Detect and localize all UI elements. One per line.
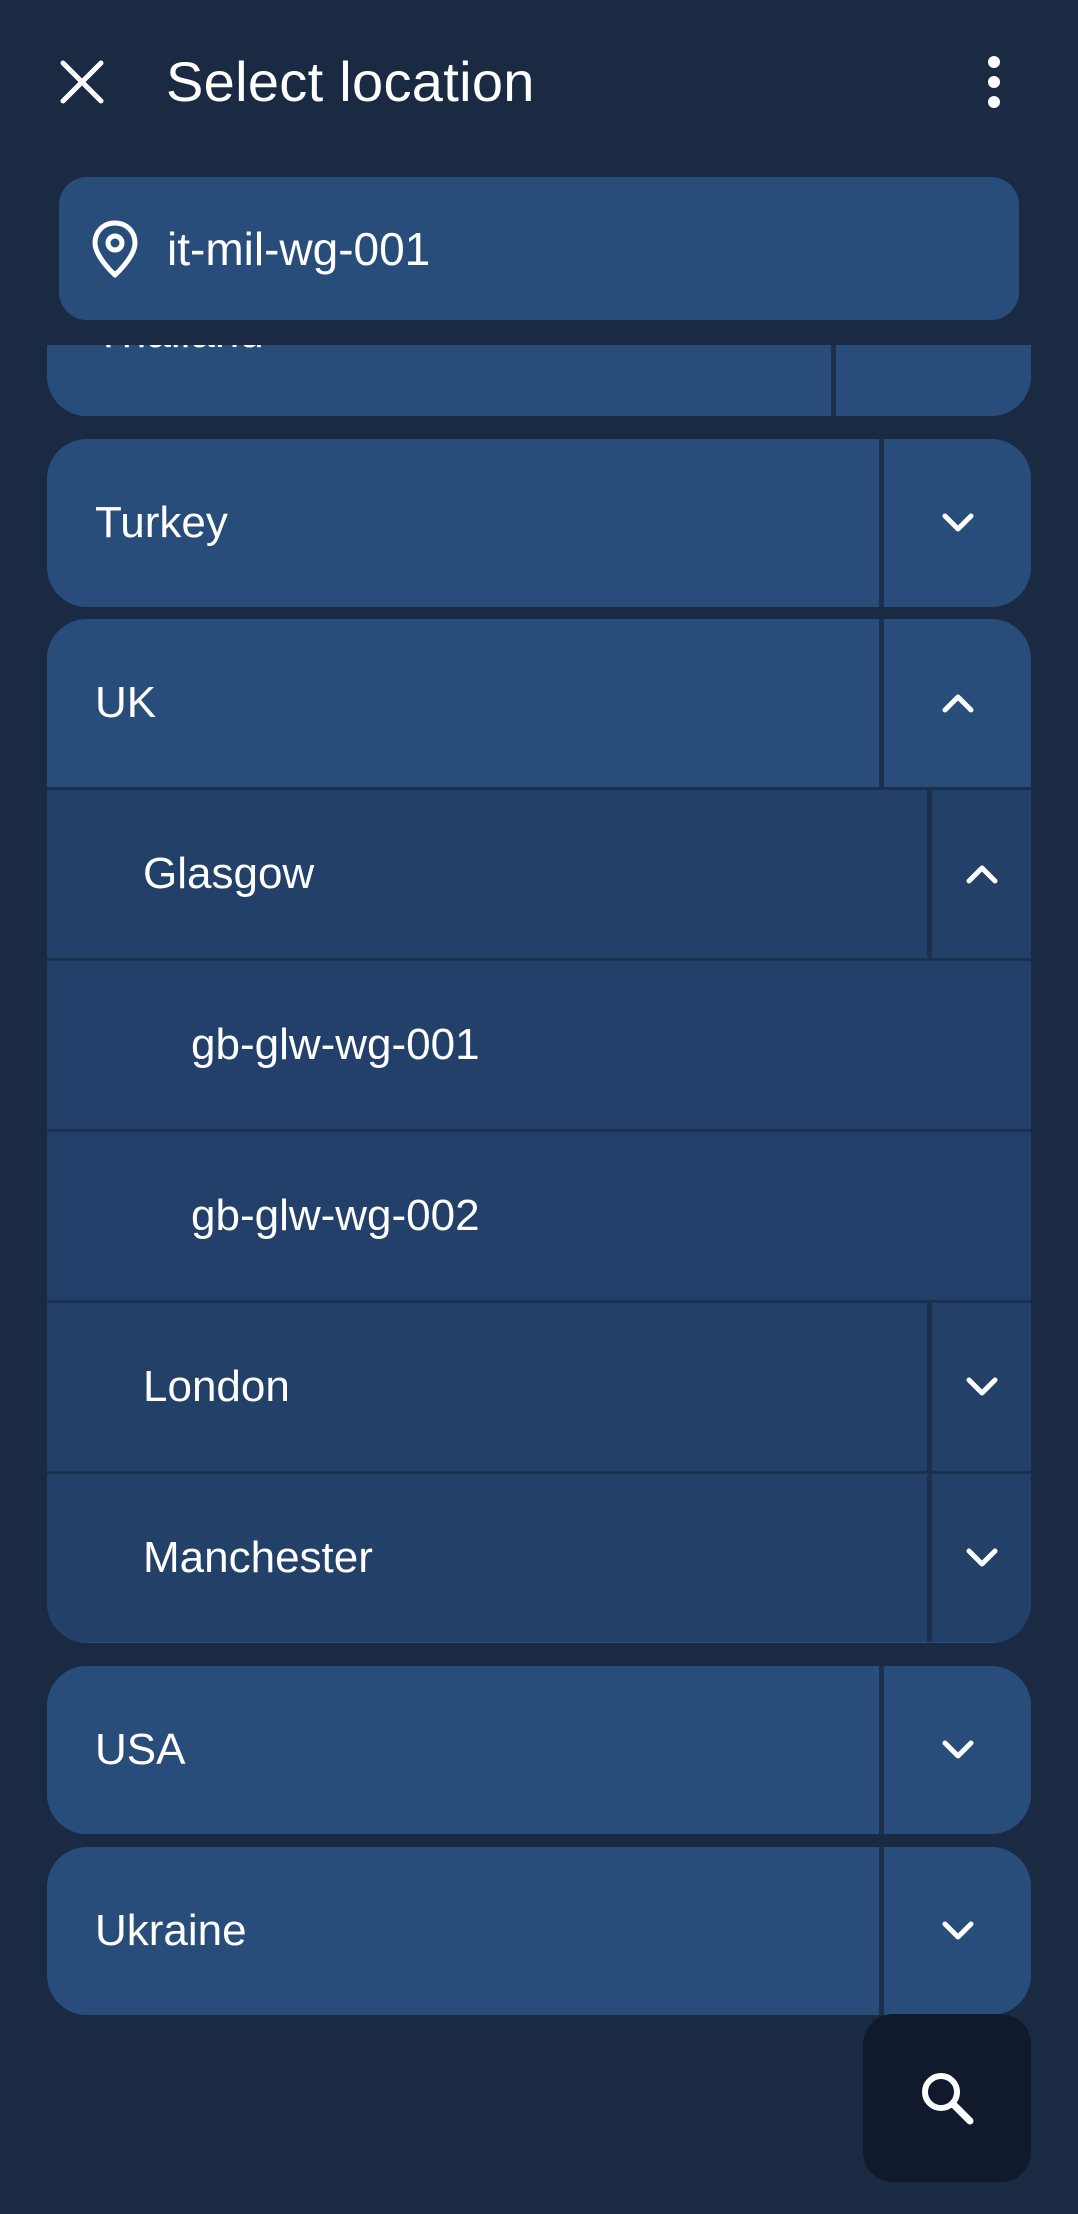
chevron-up-icon bbox=[966, 865, 997, 884]
chevron-down-icon bbox=[918, 345, 950, 346]
city-label: Manchester bbox=[143, 1533, 373, 1582]
search-icon bbox=[922, 2073, 974, 2125]
relay-label: gb-glw-wg-002 bbox=[191, 1191, 480, 1240]
country-row-turkey[interactable]: Turkey bbox=[47, 439, 1031, 607]
location-list[interactable]: Thailand Turkey bbox=[0, 345, 1078, 2085]
location-pin-icon bbox=[83, 217, 147, 281]
relay-row[interactable]: gb-glw-wg-002 bbox=[47, 1129, 1031, 1300]
expand-button[interactable] bbox=[884, 1666, 1031, 1834]
chevron-down-icon bbox=[942, 1740, 973, 1759]
country-card-uk: UK Glasgow gb-glw-wg-001 gb-glw-wg-002 L… bbox=[47, 619, 1031, 1643]
chevron-down-icon bbox=[966, 1548, 997, 1567]
expand-button[interactable] bbox=[836, 345, 1031, 416]
city-label: London bbox=[143, 1362, 290, 1411]
country-row-thailand[interactable]: Thailand bbox=[47, 345, 1031, 416]
country-row-usa[interactable]: USA bbox=[47, 1666, 1031, 1834]
top-app-bar: Select location bbox=[0, 0, 1078, 170]
chevron-up-icon bbox=[942, 694, 973, 713]
chevron-down-icon bbox=[966, 1377, 997, 1396]
country-label: Turkey bbox=[95, 498, 228, 547]
country-card-usa: USA bbox=[47, 1666, 1031, 1834]
page-title: Select location bbox=[166, 50, 535, 113]
country-card-ukraine: Ukraine bbox=[47, 1847, 1031, 2015]
country-row-uk[interactable]: UK bbox=[47, 619, 1031, 787]
current-location-value: it-mil-wg-001 bbox=[167, 222, 431, 275]
expand-button[interactable] bbox=[932, 1474, 1031, 1642]
country-card-thailand: Thailand bbox=[47, 345, 1031, 416]
chevron-down-icon bbox=[942, 1921, 973, 1940]
country-label: Ukraine bbox=[95, 1906, 247, 1955]
country-label: UK bbox=[95, 678, 157, 727]
country-row-ukraine[interactable]: Ukraine bbox=[47, 1847, 1031, 2015]
expand-button[interactable] bbox=[932, 1303, 1031, 1471]
city-row-manchester[interactable]: Manchester bbox=[47, 1471, 1031, 1642]
country-label: Thailand bbox=[95, 345, 264, 358]
expand-button[interactable] bbox=[884, 439, 1031, 607]
collapse-button[interactable] bbox=[932, 790, 1031, 958]
country-card-turkey: Turkey bbox=[47, 439, 1031, 607]
more-options-button[interactable] bbox=[958, 46, 1030, 118]
city-row-glasgow[interactable]: Glasgow bbox=[47, 787, 1031, 958]
city-row-london[interactable]: London bbox=[47, 1300, 1031, 1471]
chevron-down-icon bbox=[942, 513, 973, 532]
search-button[interactable] bbox=[863, 2014, 1031, 2182]
more-vertical-icon bbox=[988, 56, 1000, 108]
close-icon bbox=[60, 60, 104, 104]
collapse-button[interactable] bbox=[884, 619, 1031, 787]
city-label: Glasgow bbox=[143, 849, 315, 898]
country-label: USA bbox=[95, 1725, 186, 1774]
relay-row[interactable]: gb-glw-wg-001 bbox=[47, 958, 1031, 1129]
close-button[interactable] bbox=[46, 46, 118, 118]
expand-button[interactable] bbox=[884, 1847, 1031, 2015]
current-location-box: it-mil-wg-001 bbox=[59, 177, 1019, 320]
relay-label: gb-glw-wg-001 bbox=[191, 1020, 480, 1069]
